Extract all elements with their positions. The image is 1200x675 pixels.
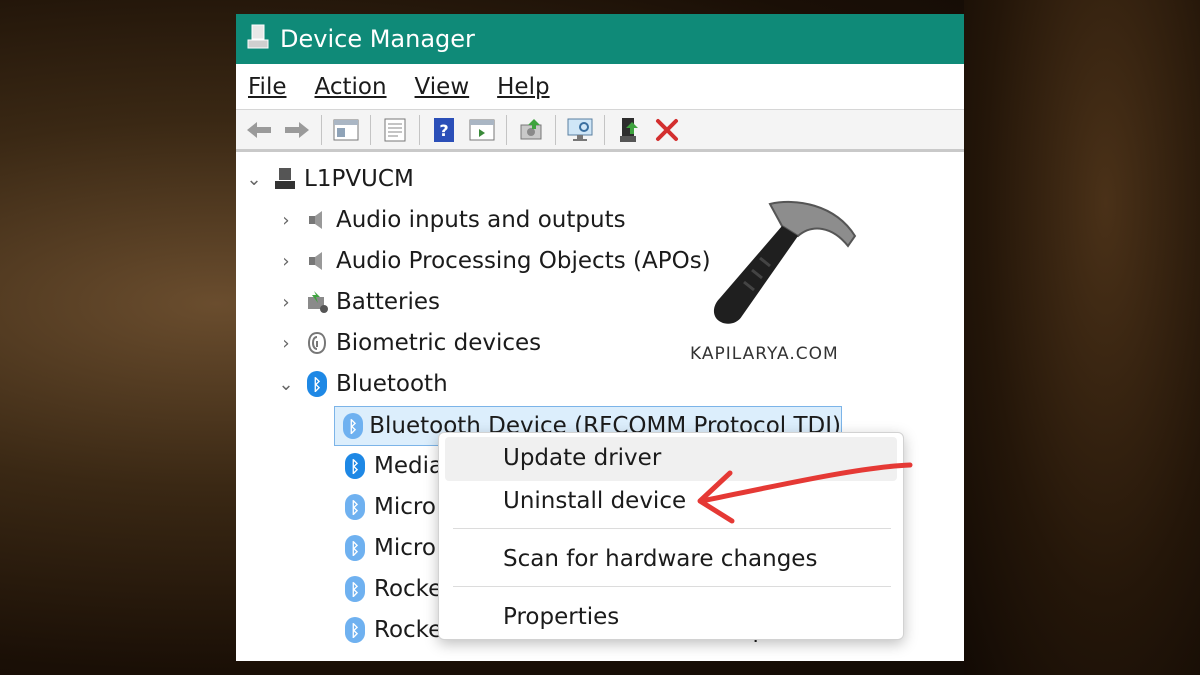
root-label: L1PVUCM bbox=[304, 166, 414, 192]
enable-device-icon[interactable] bbox=[614, 115, 644, 145]
chevron-down-icon[interactable]: ⌄ bbox=[244, 169, 264, 190]
back-arrow-icon[interactable] bbox=[244, 115, 274, 145]
bluetooth-icon: ᛒ bbox=[342, 575, 368, 603]
device-manager-icon bbox=[246, 24, 270, 54]
help-icon[interactable]: ? bbox=[429, 115, 459, 145]
chevron-right-icon[interactable]: › bbox=[276, 333, 296, 354]
properties-pane-icon[interactable] bbox=[331, 115, 361, 145]
update-driver-menu-item[interactable]: Update driver bbox=[503, 445, 661, 471]
tree-item-audio-inputs[interactable]: › Audio inputs and outputs bbox=[276, 201, 626, 239]
toolbar: ? bbox=[236, 110, 964, 152]
bluetooth-icon: ᛒ bbox=[304, 370, 330, 398]
hammer-logo-icon bbox=[713, 201, 857, 324]
title-bar: Device Manager bbox=[236, 14, 964, 64]
svg-text:?: ? bbox=[439, 121, 448, 140]
menu-bar: File Action View Help bbox=[236, 64, 964, 110]
bluetooth-icon: ᛒ bbox=[342, 452, 368, 480]
uninstall-device-menu-item[interactable]: Uninstall device bbox=[503, 488, 686, 514]
toolbar-separator bbox=[321, 114, 322, 145]
bluetooth-icon: ᛒ bbox=[342, 493, 368, 521]
battery-icon bbox=[304, 288, 330, 316]
forward-arrow-icon[interactable] bbox=[282, 115, 312, 145]
menu-help[interactable]: Help bbox=[497, 74, 549, 100]
speaker-icon bbox=[304, 247, 330, 275]
tree-item-bt-micro-1[interactable]: ᛒ Micro bbox=[334, 488, 436, 526]
tree-item-label: Media bbox=[374, 453, 444, 479]
chevron-right-icon[interactable]: › bbox=[276, 210, 296, 231]
toolbar-separator bbox=[370, 114, 371, 145]
tree-root[interactable]: ⌄ L1PVUCM bbox=[244, 160, 414, 198]
chevron-down-icon[interactable]: ⌄ bbox=[276, 374, 296, 395]
tree-item-bt-media[interactable]: ᛒ Media bbox=[334, 447, 443, 485]
show-hide-console-icon[interactable] bbox=[467, 115, 497, 145]
tree-item-label: Audio Processing Objects (APOs) bbox=[336, 248, 711, 274]
scan-hardware-menu-item[interactable]: Scan for hardware changes bbox=[503, 546, 817, 572]
context-menu-separator bbox=[453, 586, 891, 587]
toolbar-separator bbox=[555, 114, 556, 145]
bluetooth-icon: ᛒ bbox=[343, 412, 364, 440]
scan-hardware-icon[interactable] bbox=[565, 115, 595, 145]
toolbar-separator bbox=[419, 114, 420, 145]
toolbar-separator bbox=[506, 114, 507, 145]
tree-item-label: Micro bbox=[374, 494, 436, 520]
fingerprint-icon bbox=[304, 329, 330, 357]
tree-item-label: Bluetooth bbox=[336, 371, 448, 397]
tree-item-bt-rocke[interactable]: ᛒ Rocke bbox=[334, 570, 442, 608]
menu-file[interactable]: File bbox=[248, 74, 287, 100]
background-right bbox=[964, 0, 1200, 675]
window-title: Device Manager bbox=[280, 25, 475, 53]
tree-item-batteries[interactable]: › Batteries bbox=[276, 283, 440, 321]
brand-watermark: KAPILARYA.COM bbox=[690, 344, 839, 364]
tree-item-label: Batteries bbox=[336, 289, 441, 315]
speaker-icon bbox=[304, 206, 330, 234]
bluetooth-icon: ᛒ bbox=[342, 534, 368, 562]
update-driver-icon[interactable] bbox=[516, 115, 546, 145]
bluetooth-icon: ᛒ bbox=[342, 616, 368, 644]
menu-view[interactable]: View bbox=[415, 74, 470, 100]
tree-item-biometric[interactable]: › Biometric devices bbox=[276, 324, 541, 362]
tree-item-apos[interactable]: › Audio Processing Objects (APOs) bbox=[276, 242, 711, 280]
tree-item-label: Micro bbox=[374, 535, 436, 561]
chevron-right-icon[interactable]: › bbox=[276, 292, 296, 313]
device-tree: ⌄ L1PVUCM › Audio inputs and outputs › A… bbox=[236, 152, 964, 643]
tree-item-bt-micro-2[interactable]: ᛒ Micro bbox=[334, 529, 436, 567]
tree-item-label: Rocke bbox=[374, 576, 443, 602]
uninstall-x-icon[interactable] bbox=[652, 115, 682, 145]
chevron-right-icon[interactable]: › bbox=[276, 251, 296, 272]
tree-item-label: Biometric devices bbox=[336, 330, 542, 356]
red-arrow-annotation-icon bbox=[697, 462, 913, 524]
properties-sheet-icon[interactable] bbox=[380, 115, 410, 145]
menu-action[interactable]: Action bbox=[315, 74, 387, 100]
properties-menu-item[interactable]: Properties bbox=[503, 604, 619, 630]
tree-item-bluetooth[interactable]: ⌄ ᛒ Bluetooth bbox=[276, 365, 448, 403]
tree-item-label: Audio inputs and outputs bbox=[336, 207, 626, 233]
computer-icon bbox=[272, 165, 298, 193]
toolbar-separator bbox=[604, 114, 605, 145]
